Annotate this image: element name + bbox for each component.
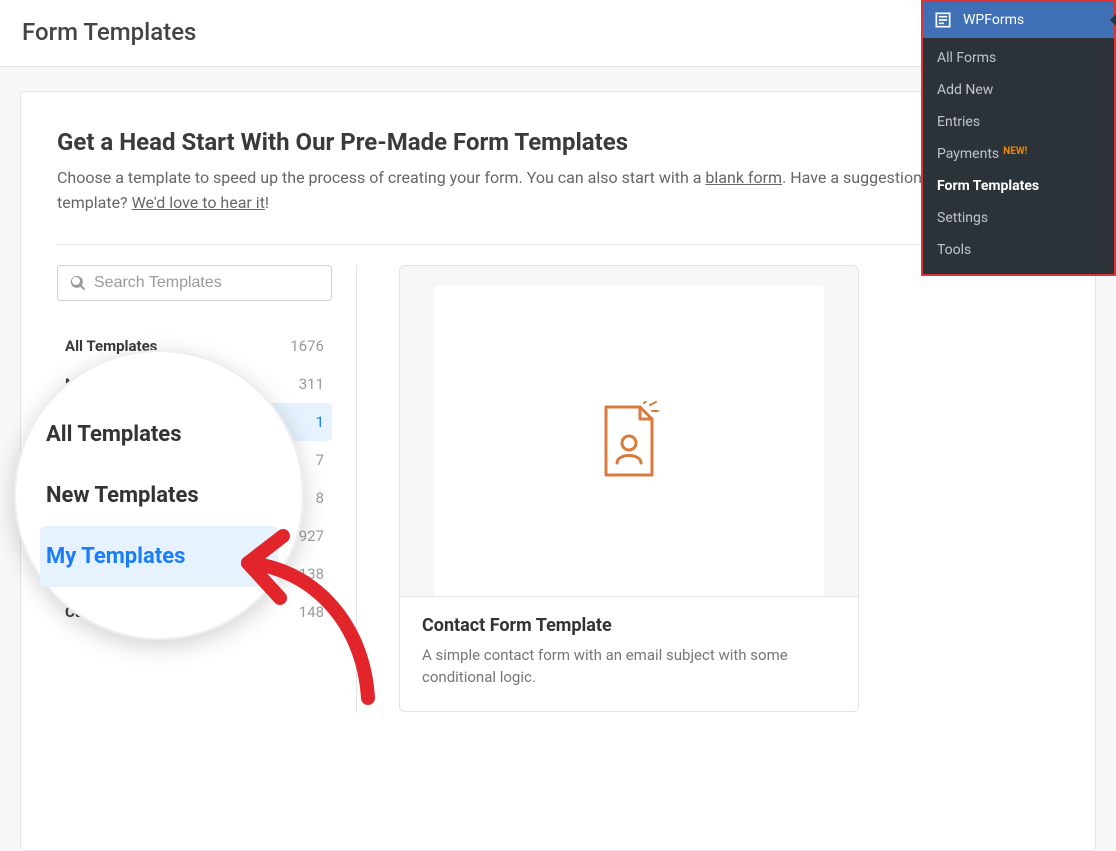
template-area: Contact Form Template A simple contact f…	[357, 265, 1059, 712]
wp-submenu-item[interactable]: PaymentsNEW!	[923, 138, 1114, 170]
category-count: 311	[299, 375, 324, 393]
search-input[interactable]	[94, 274, 319, 292]
wp-submenu-item[interactable]: Form Templates	[923, 170, 1114, 202]
intro-text-3: !	[265, 193, 269, 212]
template-thumb-inner	[434, 286, 824, 596]
category-count: 138	[299, 565, 324, 583]
category-count: 7	[316, 451, 324, 469]
intro-description: Choose a template to speed up the proces…	[57, 166, 1059, 216]
template-title: Contact Form Template	[422, 615, 836, 636]
wp-submenu-item[interactable]: Settings	[923, 202, 1114, 234]
magnifier-callout: All Templates New Templates My Templates	[14, 350, 304, 640]
category-count: 1676	[290, 337, 324, 355]
intro-text-1: Choose a template to speed up the proces…	[57, 168, 705, 187]
template-desc: A simple contact form with an email subj…	[422, 644, 836, 689]
blank-form-link[interactable]: blank form	[705, 168, 782, 187]
suggestion-link[interactable]: We'd love to hear it	[132, 193, 265, 212]
template-card[interactable]: Contact Form Template A simple contact f…	[399, 265, 859, 712]
template-info: Contact Form Template A simple contact f…	[400, 596, 858, 711]
wp-submenu-list: All FormsAdd NewEntriesPaymentsNEW!Form …	[923, 38, 1114, 274]
search-box[interactable]	[57, 265, 332, 301]
wpforms-icon	[933, 10, 953, 30]
wp-submenu-title: WPForms	[963, 12, 1024, 28]
template-thumb	[400, 266, 858, 596]
intro-heading: Get a Head Start With Our Pre-Made Form …	[57, 128, 1059, 156]
wp-submenu-item[interactable]: Entries	[923, 106, 1114, 138]
category-count: 927	[299, 527, 324, 545]
wp-submenu-item[interactable]: All Forms	[923, 42, 1114, 74]
magnifier-row-all: All Templates	[40, 404, 278, 465]
wp-submenu-head[interactable]: WPForms	[923, 2, 1114, 38]
divider	[57, 244, 1059, 245]
contact-form-icon	[594, 401, 664, 481]
category-count: 8	[316, 489, 324, 507]
category-count: 148	[299, 603, 324, 621]
wp-submenu-item[interactable]: Add New	[923, 74, 1114, 106]
search-icon	[70, 275, 86, 291]
magnifier-row-my: My Templates	[40, 526, 278, 587]
submenu-caret-icon	[1110, 14, 1116, 26]
wp-submenu: WPForms All FormsAdd NewEntriesPaymentsN…	[921, 0, 1116, 276]
new-badge: NEW!	[1003, 146, 1027, 157]
magnifier-row-new: New Templates	[40, 465, 278, 526]
category-count: 1	[316, 413, 324, 431]
wp-submenu-item[interactable]: Tools	[923, 234, 1114, 266]
